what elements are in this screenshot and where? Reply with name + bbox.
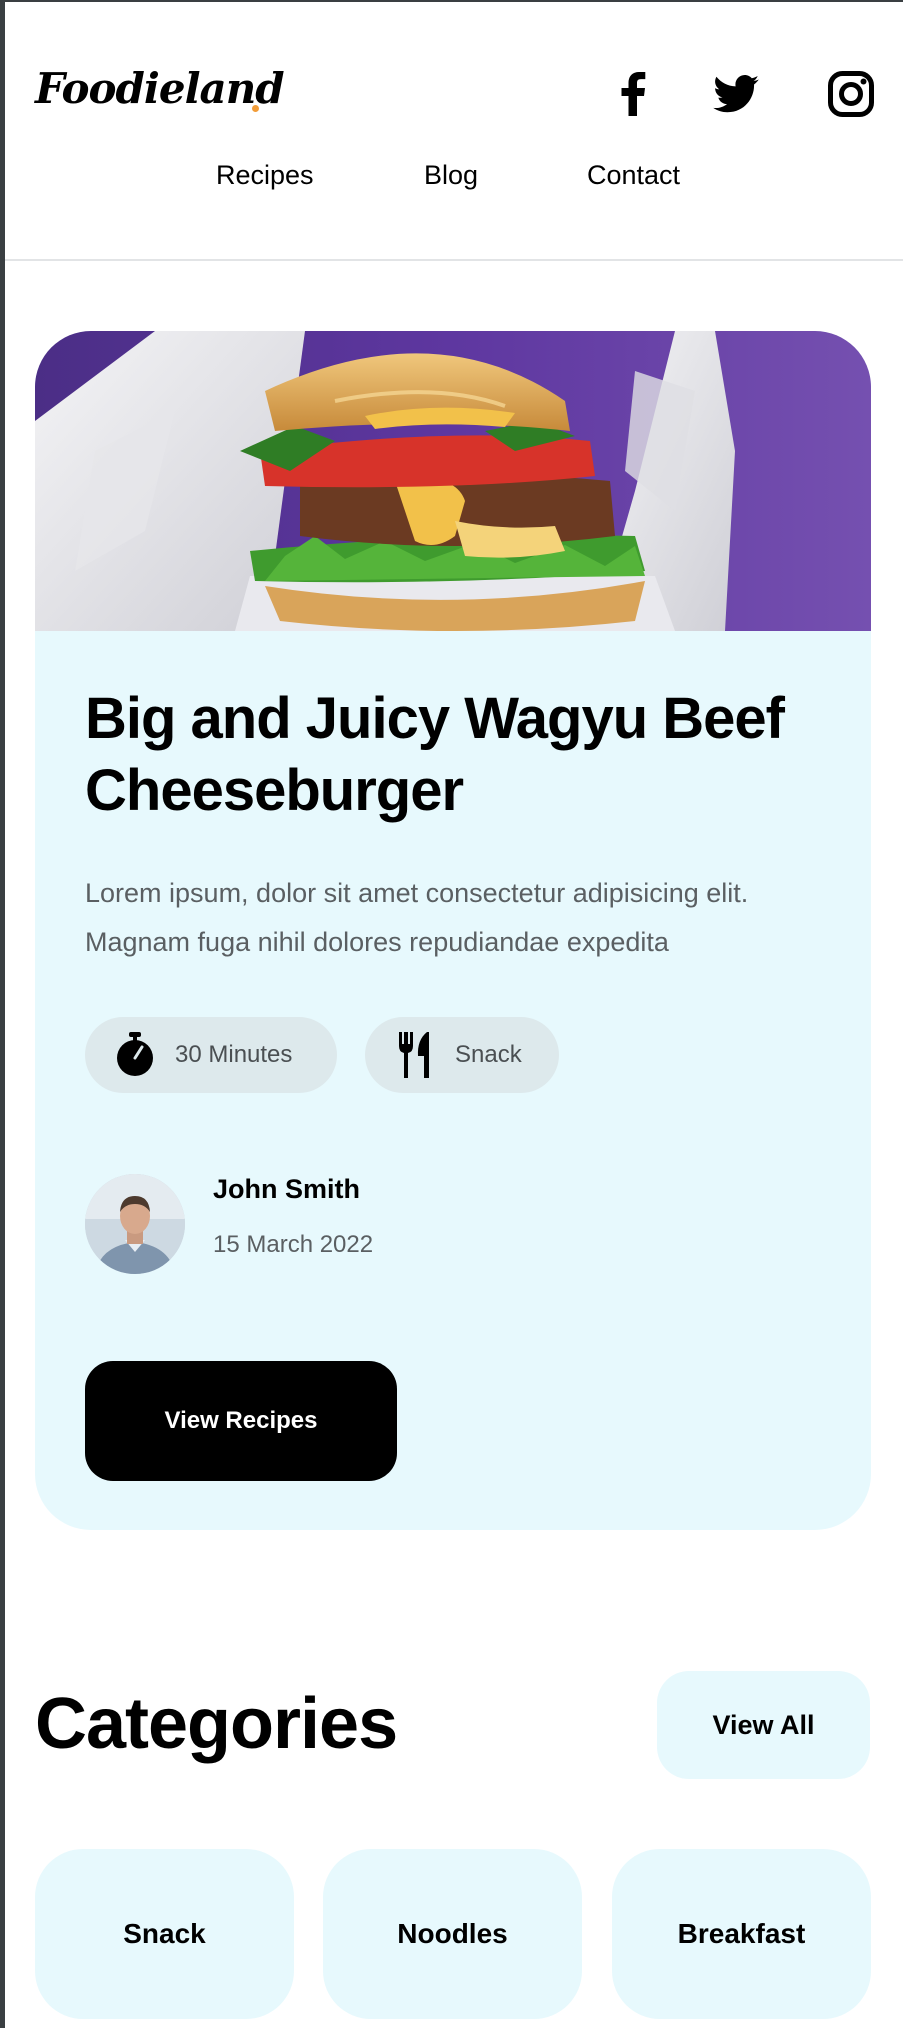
recipe-title: Big and Juicy Wagyu Beef Cheeseburger (85, 686, 785, 823)
nav-recipes[interactable]: Recipes (216, 160, 314, 191)
burger-image (35, 331, 871, 631)
recipe-description: Lorem ipsum, dolor sit amet consectetur … (85, 878, 749, 957)
instagram-link[interactable] (823, 66, 879, 122)
author-avatar (85, 1174, 185, 1274)
logo-accent-dot (252, 105, 259, 112)
view-all-button[interactable]: View All (657, 1671, 870, 1779)
author-name[interactable]: John Smith (213, 1174, 360, 1205)
fork-knife-icon (395, 1032, 435, 1078)
window-frame-left (0, 0, 5, 2028)
timer-icon (115, 1032, 155, 1078)
nav-blog[interactable]: Blog (424, 160, 478, 191)
categories-heading: Categories (35, 1684, 398, 1764)
site-header: Foodieland Recipes Blog Contact (5, 2, 903, 260)
view-recipes-button[interactable]: View Recipes (85, 1361, 397, 1481)
instagram-icon (828, 71, 874, 117)
category-card-snack[interactable]: Snack (35, 1849, 294, 2019)
site-logo[interactable]: Foodieland (35, 64, 285, 113)
twitter-link[interactable] (708, 66, 764, 122)
time-label: 30 Minutes (175, 1041, 293, 1068)
facebook-link[interactable] (605, 66, 661, 122)
facebook-icon (621, 72, 646, 116)
publish-date: 15 March 2022 (213, 1231, 374, 1258)
header-divider (5, 259, 903, 261)
hero-card: Big and Juicy Wagyu Beef Cheeseburger Lo… (35, 331, 871, 1530)
time-badge: 30 Minutes (85, 1017, 337, 1093)
twitter-icon (713, 75, 759, 113)
category-card-breakfast[interactable]: Breakfast (612, 1849, 871, 2019)
category-card-noodles[interactable]: Noodles (323, 1849, 582, 2019)
category-badge: Snack (365, 1017, 559, 1093)
category-label: Snack (455, 1041, 522, 1068)
nav-contact[interactable]: Contact (587, 160, 680, 191)
